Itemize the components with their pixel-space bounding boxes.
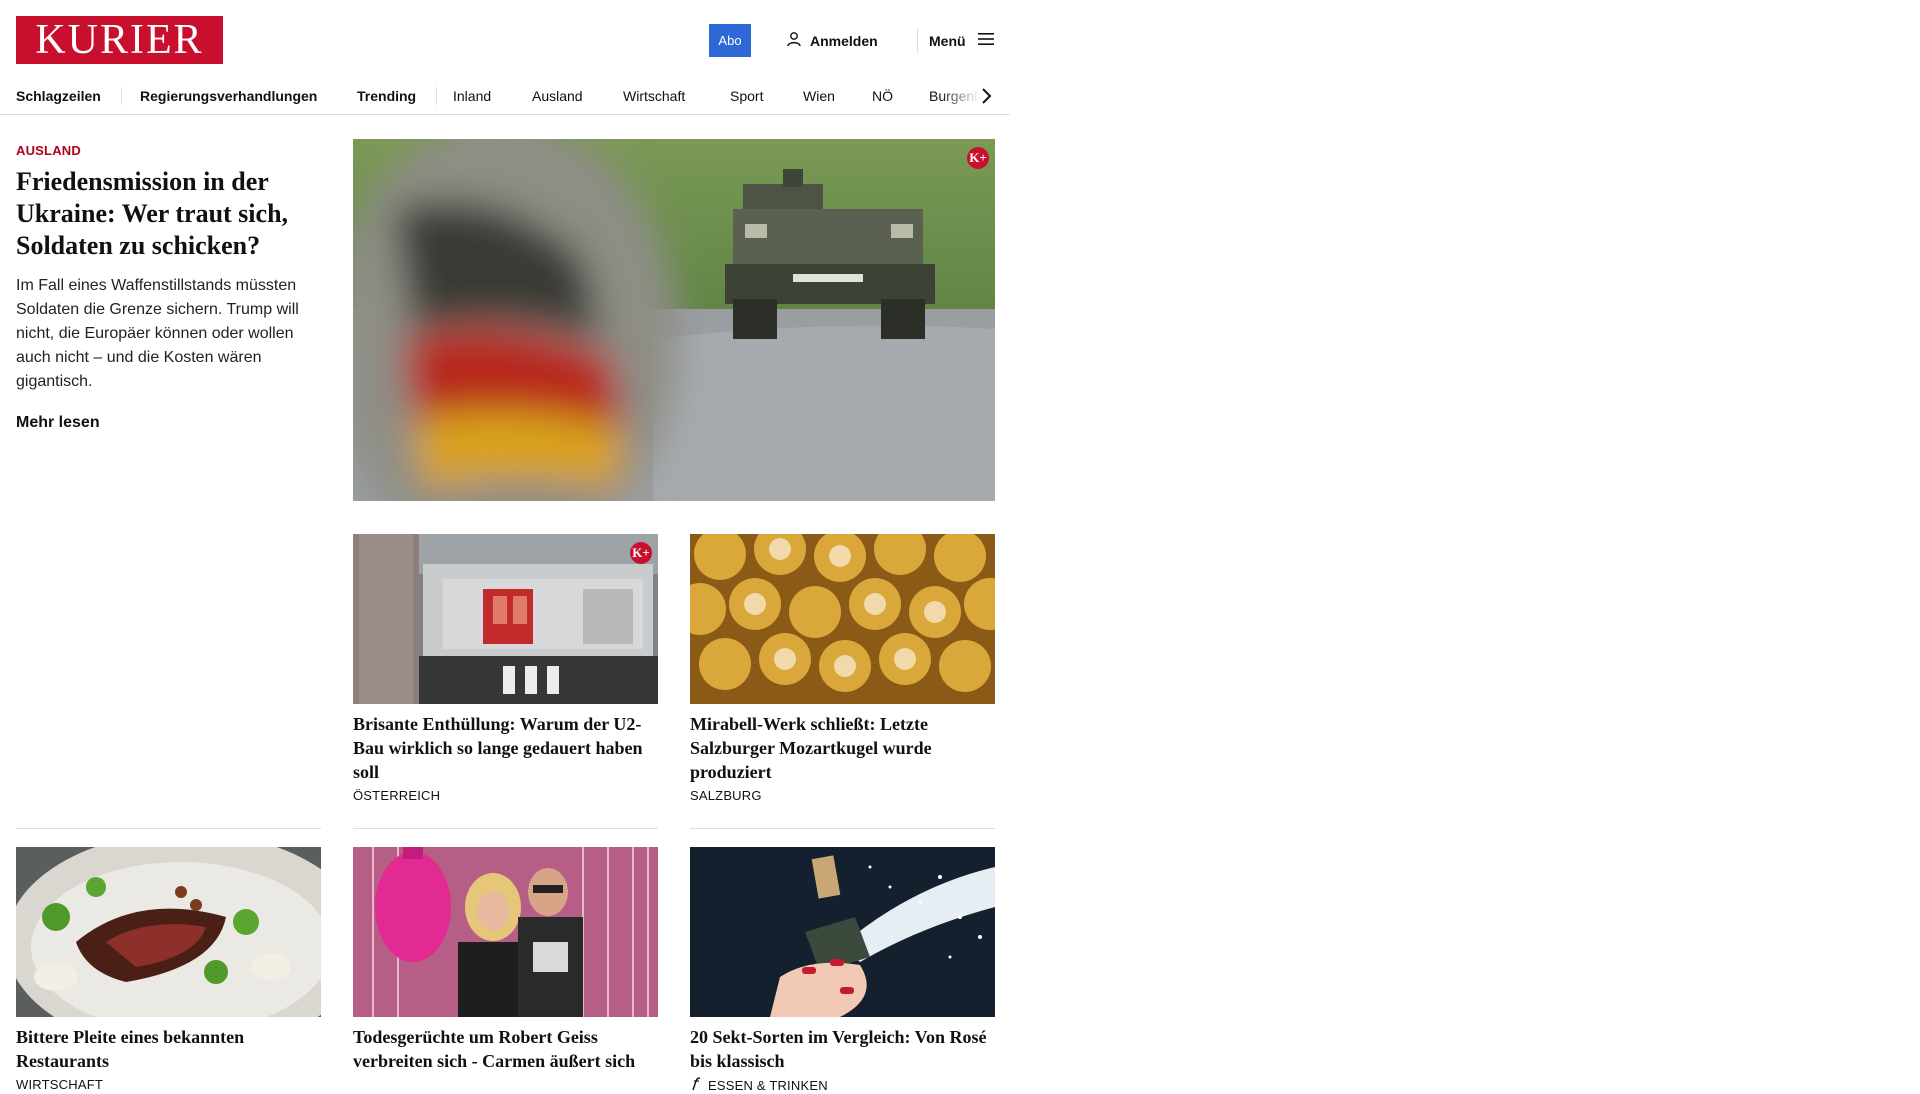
sekt-bottle-image bbox=[690, 847, 995, 1017]
lead-teaser: Im Fall eines Waffenstillstands müssten … bbox=[16, 277, 299, 390]
header-divider bbox=[917, 28, 918, 53]
celebrity-couple-image bbox=[353, 847, 658, 1017]
nav-fade bbox=[940, 80, 980, 114]
card-headline[interactable]: Todesgerüchte um Robert Geiss verbreiten… bbox=[353, 1025, 658, 1073]
steak-dish-image bbox=[16, 847, 321, 1017]
card-headline[interactable]: Brisante Enthüllung: Warum der U2-Bau wi… bbox=[353, 712, 658, 784]
login-label: Anmelden bbox=[810, 32, 878, 49]
abo-button[interactable]: Abo bbox=[709, 24, 751, 57]
mozartkugel-image bbox=[690, 534, 995, 704]
nav-item-inland[interactable]: Inland bbox=[453, 88, 491, 104]
lead-image[interactable]: K+ bbox=[353, 139, 995, 501]
hamburger-icon bbox=[977, 32, 994, 49]
card-image[interactable] bbox=[690, 847, 995, 1017]
card-headline[interactable]: Mirabell-Werk schließt: Letzte Salzburge… bbox=[690, 712, 995, 784]
card-category[interactable]: ÖSTERREICH bbox=[353, 788, 658, 803]
card-headline[interactable]: 20 Sekt-Sorten im Vergleich: Von Rosé bi… bbox=[690, 1025, 995, 1073]
kurier-logo[interactable]: KURIER bbox=[16, 16, 223, 64]
nav-item-regierungsverhandlungen[interactable]: Regierungsverhandlungen bbox=[140, 88, 317, 104]
card-image[interactable] bbox=[353, 847, 658, 1017]
nav-item-noe[interactable]: NÖ bbox=[872, 88, 893, 104]
tank-image bbox=[353, 139, 995, 501]
card-image[interactable]: K+ bbox=[353, 534, 658, 704]
header: KURIER Abo Anmelden Menü bbox=[0, 0, 1010, 80]
lead-headline[interactable]: Friedensmission in der Ukraine: Wer trau… bbox=[16, 166, 316, 262]
lead-kicker: AUSLAND bbox=[16, 143, 81, 158]
nav-item-wien[interactable]: Wien bbox=[803, 88, 835, 104]
menu-button[interactable]: Menü bbox=[929, 24, 994, 57]
card-headline[interactable]: Bittere Pleite eines bekannten Restauran… bbox=[16, 1025, 321, 1073]
article-card[interactable]: 20 Sekt-Sorten im Vergleich: Von Rosé bi… bbox=[690, 847, 995, 1094]
menu-label: Menü bbox=[929, 32, 966, 49]
card-category[interactable]: SALZBURG bbox=[690, 788, 995, 803]
nav-item-ausland[interactable]: Ausland bbox=[532, 88, 583, 104]
card-category-label: ESSEN & TRINKEN bbox=[708, 1078, 828, 1093]
card-category[interactable]: WIRTSCHAFT bbox=[16, 1077, 321, 1092]
nav-item-schlagzeilen[interactable]: Schlagzeilen bbox=[16, 88, 101, 104]
page: KURIER Abo Anmelden Menü Schlagzeilen Re… bbox=[0, 0, 1010, 1093]
nav-item-sport[interactable]: Sport bbox=[730, 88, 763, 104]
subway-station-image bbox=[353, 534, 658, 704]
kurier-plus-badge: K+ bbox=[967, 147, 989, 169]
nav-item-trending[interactable]: Trending bbox=[357, 88, 416, 104]
card-image[interactable] bbox=[690, 534, 995, 704]
nav-separator bbox=[121, 87, 122, 105]
nav-separator bbox=[436, 87, 437, 105]
article-card[interactable]: Mirabell-Werk schließt: Letzte Salzburge… bbox=[690, 534, 995, 803]
section-divider bbox=[690, 828, 995, 829]
article-card[interactable]: Todesgerüchte um Robert Geiss verbreiten… bbox=[353, 847, 658, 1077]
user-icon bbox=[786, 31, 802, 50]
kurier-plus-badge: K+ bbox=[630, 542, 652, 564]
section-divider bbox=[16, 828, 321, 829]
read-more-link[interactable]: Mehr lesen bbox=[16, 414, 316, 432]
main-navigation: Schlagzeilen Regierungsverhandlungen Tre… bbox=[0, 80, 1010, 115]
chevron-right-icon[interactable] bbox=[978, 86, 994, 106]
article-card[interactable]: Bittere Pleite eines bekannten Restauran… bbox=[16, 847, 321, 1092]
card-image[interactable] bbox=[16, 847, 321, 1017]
lead-article[interactable]: AUSLAND Friedensmission in der Ukraine: … bbox=[16, 143, 316, 432]
section-divider bbox=[353, 828, 658, 829]
nav-scroll-area: Schlagzeilen Regierungsverhandlungen Tre… bbox=[0, 80, 980, 114]
nav-item-wirtschaft[interactable]: Wirtschaft bbox=[623, 88, 685, 104]
login-button[interactable]: Anmelden bbox=[786, 24, 878, 57]
article-card[interactable]: K+ Brisante Enthüllung: Warum der U2-Bau… bbox=[353, 534, 658, 803]
